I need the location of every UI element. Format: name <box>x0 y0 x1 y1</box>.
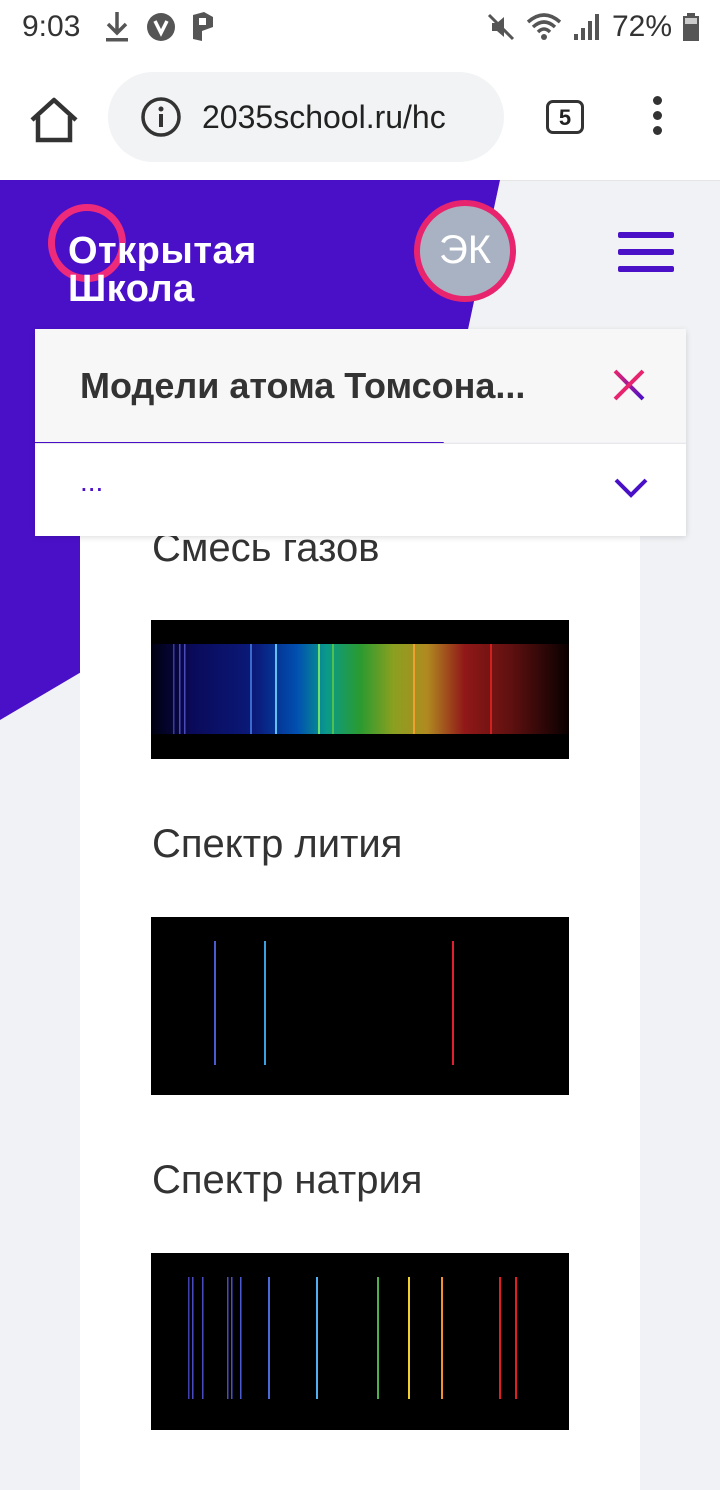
logo-text-line2: Школа <box>68 268 195 310</box>
more-icon[interactable] <box>650 96 664 140</box>
sodium-spectrum-image <box>151 1253 569 1430</box>
user-avatar[interactable]: ЭК <box>414 200 516 302</box>
site-logo[interactable]: Открытая Школа <box>48 204 308 314</box>
section-selector[interactable]: ... <box>35 443 686 536</box>
spectrum-label-lithium: Спектр лития <box>152 822 403 866</box>
battery-icon <box>683 13 699 41</box>
wifi-icon <box>526 13 562 40</box>
battery-percent: 72% <box>611 10 672 43</box>
gas-mix-spectrum-image <box>151 620 569 759</box>
lithium-spectrum-image <box>151 917 569 1095</box>
signal-icon <box>573 14 599 40</box>
status-notification-icons <box>102 10 216 44</box>
status-bar: 9:03 72% <box>0 0 720 56</box>
spectrum-label-sodium: Спектр натрия <box>152 1158 423 1202</box>
chevron-down-icon[interactable] <box>613 476 649 500</box>
mute-icon <box>487 13 515 41</box>
home-icon[interactable] <box>28 96 80 144</box>
lesson-title-row: Модели атома Томсона... <box>35 329 686 442</box>
p-app-icon <box>193 12 213 41</box>
logo-text-line1: Открытая <box>68 230 257 272</box>
status-system-icons: 72% <box>486 10 700 44</box>
download-icon <box>106 12 128 42</box>
lesson-navigation-panel: Модели атома Томсона... ... <box>35 329 686 536</box>
status-time: 9:03 <box>22 10 81 43</box>
section-selector-value: ... <box>80 466 104 497</box>
tab-switcher-button[interactable]: 5 <box>546 100 584 134</box>
url-text: 2035school.ru/hc <box>202 98 446 135</box>
url-bar[interactable]: 2035school.ru/hc <box>108 72 504 162</box>
info-icon[interactable] <box>140 96 182 138</box>
lesson-title: Модели атома Томсона... <box>80 365 526 406</box>
browser-toolbar: 2035school.ru/hc 5 <box>0 56 720 181</box>
hamburger-menu-icon[interactable] <box>618 232 674 272</box>
close-icon[interactable] <box>611 367 647 403</box>
v-app-icon <box>147 13 175 41</box>
